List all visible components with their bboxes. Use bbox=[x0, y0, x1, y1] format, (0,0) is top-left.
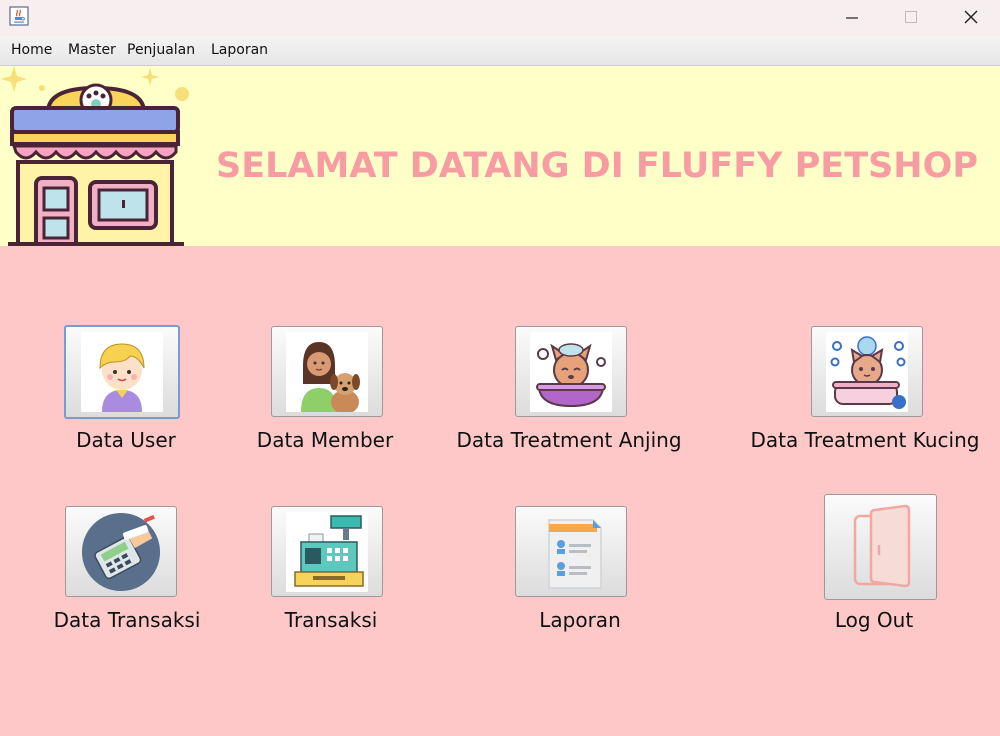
petshop-store-icon bbox=[0, 66, 192, 246]
data-transaksi-button[interactable] bbox=[65, 506, 177, 597]
data-member-button[interactable] bbox=[271, 326, 383, 417]
member-with-dog-icon bbox=[286, 331, 368, 412]
cash-register-icon bbox=[286, 511, 368, 592]
data-treatment-kucing-button[interactable] bbox=[811, 326, 923, 417]
user-avatar-icon bbox=[81, 332, 163, 412]
minimize-button[interactable] bbox=[823, 0, 881, 34]
menu-penjualan[interactable]: Penjualan bbox=[127, 42, 195, 58]
menu-home[interactable]: Home bbox=[11, 42, 52, 58]
data-treatment-anjing-button[interactable] bbox=[515, 326, 627, 417]
data-treatment-kucing-label[interactable]: Data Treatment Kucing bbox=[751, 428, 980, 452]
log-out-label[interactable]: Log Out bbox=[835, 608, 913, 632]
menu-master[interactable]: Master bbox=[68, 42, 116, 58]
close-icon bbox=[964, 10, 978, 24]
cat-bath-icon bbox=[826, 331, 908, 412]
data-transaksi-label[interactable]: Data Transaksi bbox=[54, 608, 201, 632]
transaksi-label[interactable]: Transaksi bbox=[285, 608, 378, 632]
menu-laporan[interactable]: Laporan bbox=[211, 42, 268, 58]
welcome-title: SELAMAT DATANG DI FLUFFY PETSHOP bbox=[216, 146, 978, 186]
report-document-icon bbox=[530, 512, 612, 592]
laporan-button[interactable] bbox=[515, 506, 627, 597]
window-titlebar bbox=[0, 0, 1000, 36]
data-treatment-anjing-label[interactable]: Data Treatment Anjing bbox=[456, 428, 681, 452]
java-cup-icon bbox=[9, 6, 29, 26]
data-member-label[interactable]: Data Member bbox=[257, 428, 393, 452]
transaksi-button[interactable] bbox=[271, 506, 383, 597]
maximize-button[interactable] bbox=[882, 0, 940, 34]
dog-bath-icon bbox=[530, 331, 612, 412]
door-exit-icon bbox=[840, 504, 922, 588]
log-out-button[interactable] bbox=[824, 494, 937, 600]
card-payment-icon bbox=[80, 512, 162, 592]
dashboard-panel: Data User Data Member Data Treatment Anj… bbox=[0, 246, 1000, 736]
welcome-banner: SELAMAT DATANG DI FLUFFY PETSHOP bbox=[0, 66, 1000, 246]
laporan-label[interactable]: Laporan bbox=[539, 608, 620, 632]
data-user-label[interactable]: Data User bbox=[76, 428, 176, 452]
data-user-button[interactable] bbox=[64, 325, 180, 419]
close-button[interactable] bbox=[942, 0, 1000, 34]
menu-bar: Home Master Penjualan Laporan bbox=[0, 36, 1000, 66]
maximize-icon bbox=[905, 11, 917, 23]
minimize-icon bbox=[846, 17, 858, 19]
